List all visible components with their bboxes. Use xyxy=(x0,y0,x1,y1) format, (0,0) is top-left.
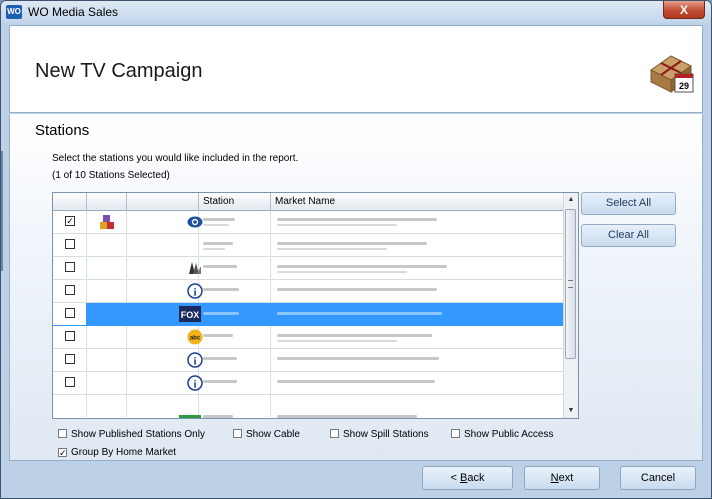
grid-header: Station Market Name xyxy=(53,193,566,211)
group-by-market-label: Group By Home Market xyxy=(71,447,177,458)
vertical-scrollbar[interactable]: ▲ ▼ xyxy=(563,193,578,418)
next-button[interactable]: Next xyxy=(524,466,600,490)
checkbox[interactable] xyxy=(451,429,460,438)
col-market-name[interactable]: Market Name xyxy=(271,193,566,210)
back-button[interactable]: < Back xyxy=(422,466,513,490)
col-logo[interactable] xyxy=(127,193,199,210)
table-row-partial[interactable] xyxy=(53,395,566,418)
table-row[interactable]: i xyxy=(53,280,566,303)
window-title: WO Media Sales xyxy=(28,5,119,19)
station-call-sign xyxy=(203,218,235,221)
cubes-icon xyxy=(100,215,114,229)
market-name xyxy=(277,218,437,221)
fox-logo: FOX xyxy=(179,306,201,322)
svg-text:i: i xyxy=(193,287,196,299)
group-by-market-option[interactable]: ✓ Group By Home Market xyxy=(58,447,176,458)
table-row[interactable]: i xyxy=(53,372,566,395)
col-station[interactable]: Station xyxy=(199,193,271,210)
station-call-sign xyxy=(203,312,239,315)
stations-grid[interactable]: Station Market Name ✓ i FOX abc i i ▲ ▼ xyxy=(52,192,579,419)
table-row[interactable]: i xyxy=(53,349,566,372)
col-checkbox[interactable] xyxy=(53,193,87,210)
table-row[interactable] xyxy=(53,234,566,257)
section-title: Stations xyxy=(35,122,90,139)
row-checkbox[interactable] xyxy=(65,285,75,295)
checkbox[interactable] xyxy=(233,429,242,438)
market-name xyxy=(277,242,427,245)
market-name xyxy=(277,357,439,360)
show-spill-label: Show Spill Stations xyxy=(343,429,429,440)
selected-count: (1 of 10 Stations Selected) xyxy=(52,170,170,181)
svg-text:i: i xyxy=(193,379,196,391)
table-row-selected[interactable]: FOX xyxy=(53,303,566,326)
show-published-label: Show Published Stations Only xyxy=(71,429,205,440)
row-checkbox[interactable] xyxy=(65,354,75,364)
page-title: New TV Campaign xyxy=(35,60,203,82)
checkbox[interactable] xyxy=(58,429,67,438)
network-logo xyxy=(179,415,201,418)
show-public-access-label: Show Public Access xyxy=(464,429,554,440)
show-spill-option[interactable]: Show Spill Stations xyxy=(330,429,429,440)
show-public-access-option[interactable]: Show Public Access xyxy=(451,429,554,440)
market-name xyxy=(277,380,435,383)
scroll-down-arrow-icon[interactable]: ▼ xyxy=(565,404,577,418)
station-call-sign xyxy=(203,357,237,360)
row-checkbox[interactable]: ✓ xyxy=(65,216,75,226)
station-call-sign xyxy=(203,242,233,245)
station-call-sign xyxy=(203,288,239,291)
calendar-day: 29 xyxy=(679,81,689,91)
calendar-package-icon: 29 xyxy=(650,55,694,93)
app-icon: WO xyxy=(6,5,22,19)
scroll-up-arrow-icon[interactable]: ▲ xyxy=(565,193,577,207)
table-row[interactable] xyxy=(53,257,566,280)
checkbox-checked[interactable]: ✓ xyxy=(58,448,67,458)
station-call-sign xyxy=(203,265,237,268)
market-name xyxy=(277,334,432,337)
svg-text:i: i xyxy=(193,356,196,368)
wizard-header: New TV Campaign 29 xyxy=(9,25,703,113)
market-name xyxy=(277,312,442,315)
station-call-sign xyxy=(203,334,233,337)
clear-all-button[interactable]: Clear All xyxy=(581,224,676,247)
wizard-footer: < Back Next Cancel xyxy=(9,462,703,498)
col-group[interactable] xyxy=(87,193,127,210)
show-published-option[interactable]: Show Published Stations Only xyxy=(58,429,205,440)
grip-icon xyxy=(568,280,573,288)
checkbox[interactable] xyxy=(330,429,339,438)
station-call-sign xyxy=(203,380,237,383)
close-button[interactable]: X xyxy=(663,1,705,19)
show-cable-option[interactable]: Show Cable xyxy=(233,429,300,440)
row-checkbox[interactable] xyxy=(65,308,75,318)
main-window: WO WO Media Sales X New TV Campaign 29 S… xyxy=(0,0,712,499)
window-edge xyxy=(1,151,3,271)
svg-text:FOX: FOX xyxy=(181,310,200,320)
scroll-thumb[interactable] xyxy=(565,209,576,359)
row-checkbox[interactable] xyxy=(65,331,75,341)
show-cable-label: Show Cable xyxy=(246,429,300,440)
market-name xyxy=(277,265,447,268)
instructions-text: Select the stations you would like inclu… xyxy=(52,153,299,164)
row-checkbox[interactable] xyxy=(65,377,75,387)
market-name xyxy=(277,288,437,291)
row-checkbox[interactable] xyxy=(65,262,75,272)
table-row[interactable]: abc xyxy=(53,326,566,349)
row-checkbox[interactable] xyxy=(65,239,75,249)
cancel-button[interactable]: Cancel xyxy=(620,466,696,490)
wizard-content: Stations Select the stations you would l… xyxy=(9,114,703,461)
table-row[interactable]: ✓ xyxy=(53,211,566,234)
title-bar[interactable]: WO WO Media Sales X xyxy=(1,1,711,23)
select-all-button[interactable]: Select All xyxy=(581,192,676,215)
